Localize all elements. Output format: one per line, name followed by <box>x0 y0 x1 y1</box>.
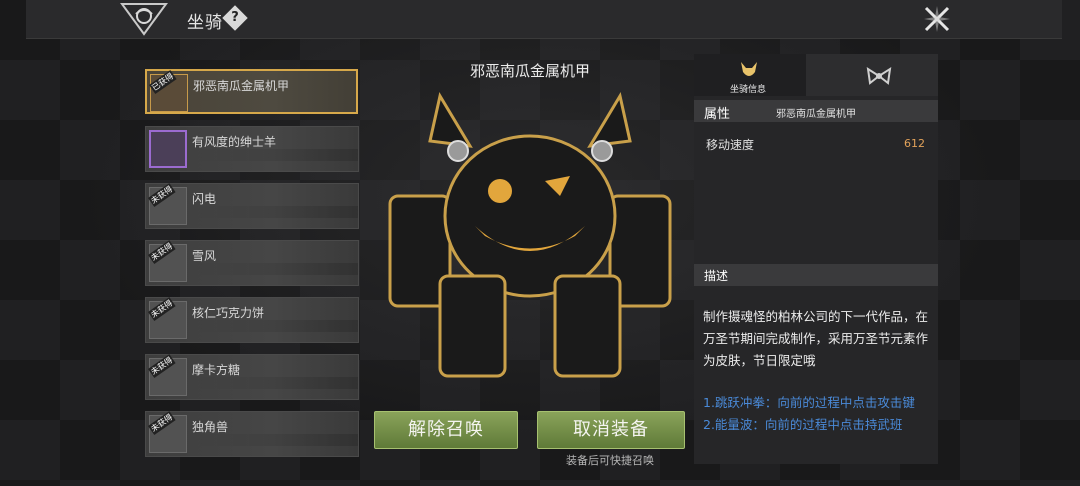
mount-thumbnail: 未获得 <box>148 354 187 396</box>
mount-name: 邪恶南瓜金属机甲 <box>193 79 290 93</box>
help-label: ? <box>231 10 239 25</box>
description-title: 描述 <box>704 269 729 283</box>
mount-item-unicorn[interactable]: 未获得 独角兽 <box>145 411 359 457</box>
mount-item-gentleman-sheep[interactable]: 有风度的绅士羊 <box>145 126 359 172</box>
dragon-emblem-icon <box>120 2 168 36</box>
stat-move-speed-label: 移动速度 <box>706 138 755 152</box>
description-text: 制作摄魂怪的柏林公司的下一代作品，在万圣节期间完成制作，采用万圣节元素作为皮肤，… <box>703 309 929 368</box>
mount-thumbnail: 未获得 <box>148 240 187 282</box>
mount-name: 有风度的绅士羊 <box>192 135 277 149</box>
mount-name: 摩卡方糖 <box>192 363 241 377</box>
status-badge: 已获得 <box>149 70 177 95</box>
equip-hint: 装备后可快捷召唤 <box>566 454 654 467</box>
mount-thumbnail: 未获得 <box>148 297 187 339</box>
page-title: 坐骑 <box>187 13 223 33</box>
status-badge: 未获得 <box>148 240 176 265</box>
mount-name: 雪风 <box>192 249 217 263</box>
mount-item-pumpkin-mech[interactable]: 已获得 邪恶南瓜金属机甲 <box>145 69 358 114</box>
top-bar <box>26 0 1062 39</box>
model-title: 邪恶南瓜金属机甲 <box>470 62 591 80</box>
mount-thumbnail: 未获得 <box>148 183 187 225</box>
attribute-mount-name: 邪恶南瓜金属机甲 <box>776 109 856 120</box>
skill-list[interactable]: 1.跳跃冲拳：向前的过程中点击攻击键 2.能量波：向前的过程中点击持武班 <box>703 392 929 448</box>
mount-thumbnail <box>149 130 187 168</box>
mount-item-lightning[interactable]: 未获得 闪电 <box>145 183 359 229</box>
dismiss-summon-button[interactable]: 解除召唤 <box>374 411 518 449</box>
mount-item-mocha-sugar[interactable]: 未获得 摩卡方糖 <box>145 354 359 400</box>
tab-mount-info[interactable]: 坐骑信息 <box>694 54 806 96</box>
mount-name: 闪电 <box>192 192 217 206</box>
mount-model-preview[interactable] <box>380 86 680 386</box>
status-badge: 未获得 <box>148 411 176 436</box>
status-badge: 未获得 <box>148 354 176 379</box>
description-header: 描述 <box>694 264 938 286</box>
unequip-button[interactable]: 取消装备 <box>537 411 685 449</box>
status-badge: 未获得 <box>148 183 176 208</box>
stat-move-speed-value: 612 <box>904 137 925 150</box>
mount-item-snowwind[interactable]: 未获得 雪风 <box>145 240 359 286</box>
status-badge: 未获得 <box>148 297 176 322</box>
bow-icon[interactable] <box>866 66 892 86</box>
tab-mount-info-label: 坐骑信息 <box>730 85 767 95</box>
attribute-title: 属性 <box>704 107 731 122</box>
mount-thumbnail: 已获得 <box>149 70 188 112</box>
mount-name: 独角兽 <box>192 420 229 434</box>
mount-name: 核仁巧克力饼 <box>192 306 265 320</box>
attribute-header: 属性 邪恶南瓜金属机甲 <box>694 100 938 122</box>
info-panel: 坐骑信息 属性 邪恶南瓜金属机甲 移动速度 612 描述 制作摄魂怪的柏林公司的… <box>694 54 938 464</box>
mount-info-icon <box>741 62 757 76</box>
info-tabs: 坐骑信息 <box>694 54 938 96</box>
mount-item-brownie[interactable]: 未获得 核仁巧克力饼 <box>145 297 359 343</box>
help-button[interactable]: ? <box>222 5 248 31</box>
close-icon[interactable] <box>922 4 952 34</box>
mount-thumbnail: 未获得 <box>148 411 187 453</box>
